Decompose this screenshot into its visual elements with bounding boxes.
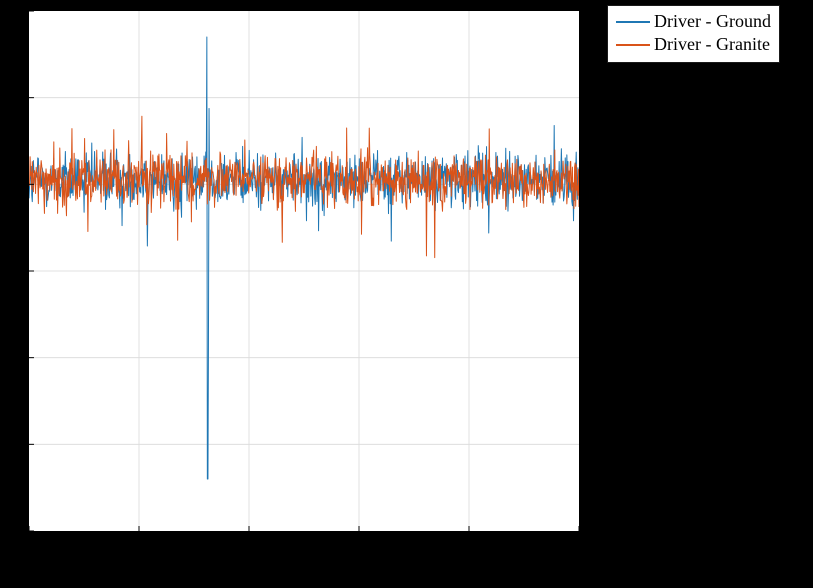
figure-root: Driver - Ground Driver - Granite — [0, 0, 813, 588]
legend-item: Driver - Ground — [616, 10, 771, 33]
chart-legend: Driver - Ground Driver - Granite — [607, 5, 780, 63]
legend-label: Driver - Ground — [654, 10, 771, 33]
legend-swatch-icon — [616, 44, 650, 46]
legend-label: Driver - Granite — [654, 33, 770, 56]
chart-plot-area — [29, 11, 579, 531]
legend-item: Driver - Granite — [616, 33, 771, 56]
chart-axes — [28, 10, 580, 532]
series-line — [29, 37, 579, 479]
legend-swatch-icon — [616, 21, 650, 23]
